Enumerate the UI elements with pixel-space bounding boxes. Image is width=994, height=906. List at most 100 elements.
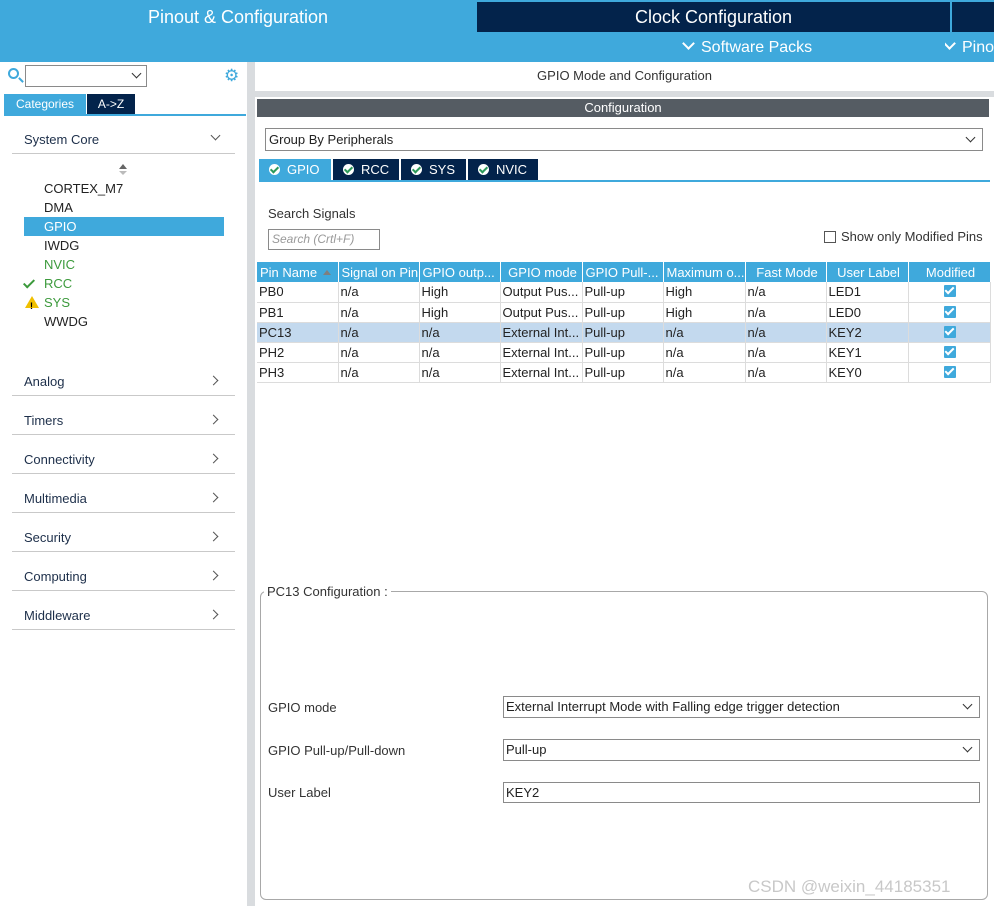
tab-overflow[interactable] — [952, 2, 994, 32]
peripheral-gpio[interactable]: GPIO — [24, 217, 224, 236]
table-cell: n/a — [338, 302, 420, 323]
column-header[interactable]: Fast Mode — [745, 262, 827, 282]
modified-cell — [908, 282, 991, 303]
pin-configuration-legend: PC13 Configuration : — [264, 584, 391, 599]
table-cell: n/a — [419, 342, 501, 363]
panel-title: GPIO Mode and Configuration — [537, 68, 712, 83]
peripheral-wwdg[interactable]: WWDG — [24, 312, 224, 331]
modified-checkbox[interactable] — [944, 345, 956, 358]
table-cell: Pull-up — [582, 342, 664, 363]
table-cell: External Int... — [500, 362, 583, 383]
peripheral-rcc[interactable]: RCC — [22, 274, 224, 293]
modified-checkbox[interactable] — [944, 325, 956, 338]
pin-table: Pin Name Signal on Pin GPIO outp... GPIO… — [257, 262, 991, 383]
modified-cell — [908, 322, 991, 343]
user-label-input[interactable]: KEY2 — [503, 782, 980, 803]
search-icon[interactable] — [8, 68, 19, 79]
tab-gpio[interactable]: GPIO — [259, 159, 331, 180]
group-middleware[interactable]: Middleware — [12, 604, 235, 630]
check-circle-icon — [269, 164, 280, 175]
table-cell: PH2 — [257, 342, 339, 363]
tab-a-z[interactable]: A->Z — [87, 94, 135, 114]
group-multimedia[interactable]: Multimedia — [12, 487, 235, 513]
group-timers[interactable]: Timers — [12, 409, 235, 435]
configuration-header: Configuration — [257, 99, 989, 117]
modified-checkbox[interactable] — [944, 365, 956, 378]
tab-sys[interactable]: SYS — [401, 159, 466, 180]
group-computing[interactable]: Computing — [12, 565, 235, 591]
check-circle-icon — [343, 164, 354, 175]
modified-cell — [908, 302, 991, 323]
modified-cell — [908, 342, 991, 363]
chevron-right-icon — [208, 414, 219, 425]
table-cell: Pull-up — [582, 322, 664, 343]
table-row[interactable]: PH2 n/a n/a External Int... Pull-up n/a … — [257, 342, 991, 363]
column-header[interactable]: GPIO outp... — [419, 262, 501, 282]
group-connectivity[interactable]: Connectivity — [12, 448, 235, 474]
tab-categories[interactable]: Categories — [4, 94, 86, 114]
gear-icon[interactable]: ⚙ — [224, 67, 239, 84]
gpio-mode-select[interactable]: External Interrupt Mode with Falling edg… — [503, 696, 980, 718]
table-cell: High — [419, 302, 501, 323]
column-header[interactable]: User Label — [826, 262, 909, 282]
table-row[interactable]: PB0 n/a High Output Pus... Pull-up High … — [257, 282, 991, 303]
peripheral-iwdg[interactable]: IWDG — [24, 236, 224, 255]
column-header[interactable]: GPIO Pull-... — [582, 262, 664, 282]
table-cell: n/a — [663, 342, 746, 363]
search-signals-input[interactable]: Search (Crtl+F) — [268, 229, 380, 250]
peripheral-dma[interactable]: DMA — [24, 198, 224, 217]
tab-rcc[interactable]: RCC — [333, 159, 399, 180]
modified-checkbox[interactable] — [944, 285, 956, 298]
column-header[interactable]: Modified — [908, 262, 991, 282]
group-analog[interactable]: Analog — [12, 370, 235, 396]
column-header[interactable]: Maximum o... — [663, 262, 746, 282]
chevron-right-icon — [208, 375, 219, 386]
table-cell: LED0 — [826, 302, 909, 323]
chevron-down-icon — [945, 37, 956, 50]
table-row-selected[interactable]: PC13 n/a n/a External Int... Pull-up n/a… — [257, 322, 991, 343]
group-security[interactable]: Security — [12, 526, 235, 552]
gpio-pull-select[interactable]: Pull-up — [503, 739, 980, 761]
panel-splitter[interactable] — [247, 62, 255, 906]
chevron-right-icon — [208, 453, 219, 464]
tab-clock-configuration[interactable]: Clock Configuration — [477, 2, 950, 32]
check-icon — [22, 276, 36, 289]
column-header[interactable]: Pin Name — [257, 262, 339, 282]
table-cell: LED1 — [826, 282, 909, 303]
chevron-down-icon[interactable] — [131, 68, 142, 79]
chevron-down-icon — [962, 742, 973, 753]
table-cell: Pull-up — [582, 282, 664, 303]
checkbox-icon — [824, 231, 836, 243]
tab-nvic[interactable]: NVIC — [468, 159, 538, 180]
column-header[interactable]: GPIO mode — [500, 262, 583, 282]
warning-icon — [25, 296, 39, 316]
gpio-mode-label: GPIO mode — [268, 700, 337, 715]
peripheral-sys[interactable]: SYS — [24, 293, 224, 316]
modified-checkbox[interactable] — [944, 305, 956, 318]
show-modified-checkbox[interactable]: Show only Modified Pins — [824, 229, 983, 244]
software-packs-menu[interactable]: Software Packs — [682, 34, 812, 62]
table-row[interactable]: PB1 n/a High Output Pus... Pull-up High … — [257, 302, 991, 323]
group-by-select[interactable]: Group By Peripherals — [265, 128, 983, 151]
table-cell: Pull-up — [582, 302, 664, 323]
peripheral-cortex-m7[interactable]: CORTEX_M7 — [24, 179, 224, 198]
watermark: CSDN @weixin_44185351 — [748, 877, 951, 896]
pinout-menu[interactable]: Pinout — [945, 34, 994, 62]
table-cell: n/a — [745, 322, 827, 343]
tab-pinout-configuration[interactable]: Pinout & Configuration — [0, 0, 476, 33]
column-header[interactable]: Signal on Pin — [338, 262, 420, 282]
table-row[interactable]: PH3 n/a n/a External Int... Pull-up n/a … — [257, 362, 991, 383]
sort-icon[interactable] — [119, 164, 127, 176]
table-cell: n/a — [338, 362, 420, 383]
table-cell: PC13 — [257, 322, 339, 343]
sort-ascending-icon — [323, 269, 332, 275]
group-system-core[interactable]: System Core — [12, 128, 235, 154]
table-cell: n/a — [663, 322, 746, 343]
chevron-down-icon — [682, 37, 695, 50]
table-cell: n/a — [663, 362, 746, 383]
category-search-input[interactable] — [25, 65, 147, 87]
table-cell: KEY0 — [826, 362, 909, 383]
table-cell: n/a — [338, 322, 420, 343]
peripheral-nvic[interactable]: NVIC — [24, 255, 224, 274]
table-cell: KEY2 — [826, 322, 909, 343]
